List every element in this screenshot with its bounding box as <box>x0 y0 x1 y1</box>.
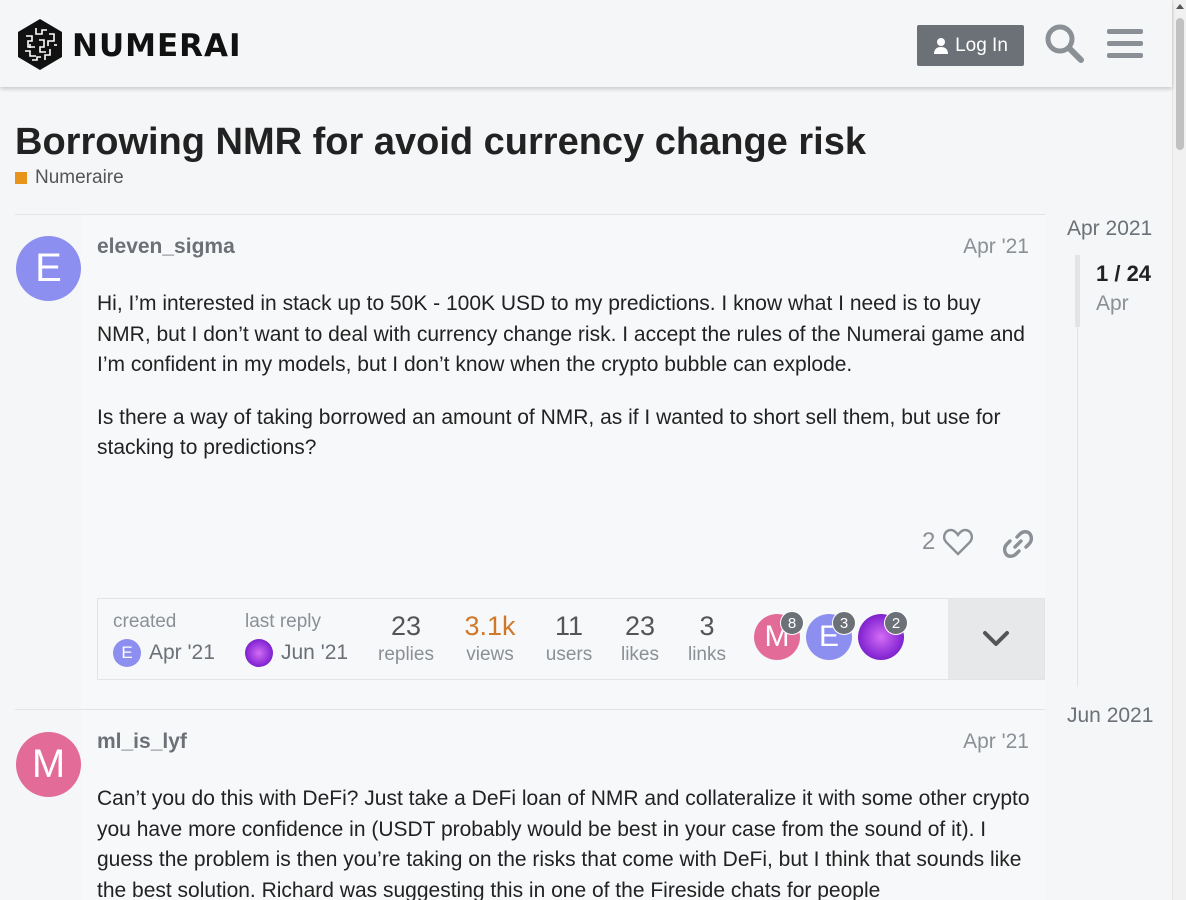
hamburger-menu-button[interactable] <box>1104 22 1146 64</box>
user-icon <box>934 37 949 54</box>
stat-replies: 23 replies <box>377 599 435 666</box>
stat-users: 11 users <box>544 599 594 666</box>
avatar-letter: E <box>35 246 62 290</box>
created-info: created E Apr '21 <box>113 611 215 667</box>
post-count-badge: 3 <box>832 611 856 635</box>
numerai-logo-icon <box>18 19 62 70</box>
post-paragraph: Hi, I’m interested in stack up to 50K - … <box>97 292 1025 376</box>
timeline-current-month: Apr <box>1096 292 1129 315</box>
last-replier-avatar[interactable] <box>245 639 273 667</box>
timeline-end-date[interactable]: Jun 2021 <box>1067 704 1153 728</box>
category-badge[interactable]: Numeraire <box>15 167 124 189</box>
post-count-badge: 2 <box>884 611 908 635</box>
post-paragraph: Is there a way of taking borrowed an amo… <box>97 405 1001 460</box>
post-2-avatar[interactable]: M <box>16 732 81 797</box>
created-date[interactable]: Apr '21 <box>149 641 215 665</box>
stat-label: views <box>466 644 514 665</box>
timeline-post-position: 1 / 24 <box>1096 261 1152 286</box>
stat-label: users <box>545 644 593 665</box>
heart-icon <box>943 528 974 556</box>
post-1-date[interactable]: Apr '21 <box>963 235 1029 259</box>
topic-title[interactable]: Borrowing NMR for avoid currency change … <box>15 121 866 164</box>
hamburger-icon <box>1107 29 1143 58</box>
search-icon <box>1045 24 1084 63</box>
page-scrollbar[interactable] <box>1172 0 1186 900</box>
created-label: created <box>113 611 177 632</box>
post-paragraph: Can’t you do this with DeFi? Just take a… <box>97 787 1030 900</box>
stat-label: links <box>687 644 726 665</box>
link-icon <box>1003 530 1033 558</box>
login-label: Log In <box>955 34 1008 56</box>
site-header: NUMERAI Log In <box>0 0 1172 87</box>
stat-links: 3 links <box>686 599 728 666</box>
topic-map: created E Apr '21 last reply Jun '21 23 … <box>97 598 1045 680</box>
post-2-date[interactable]: Apr '21 <box>963 730 1029 754</box>
category-color-square <box>15 172 27 184</box>
post-1-avatar[interactable]: E <box>16 236 81 301</box>
scrollbar-thumb[interactable] <box>1176 18 1184 150</box>
chevron-down-icon <box>983 631 1009 646</box>
timeline-scroll-handle[interactable] <box>1075 255 1080 327</box>
participant-avatar[interactable]: 2 <box>858 611 908 660</box>
search-button[interactable] <box>1043 22 1085 64</box>
post-count-badge: 8 <box>780 611 804 635</box>
stat-value: 11 <box>554 611 584 641</box>
avatar-letter: M <box>31 742 66 786</box>
post-1-content: Hi, I’m interested in stack up to 50K - … <box>97 289 1037 486</box>
site-logo[interactable]: NUMERAI <box>16 18 242 71</box>
scroll-up-arrow-icon[interactable] <box>1176 4 1184 9</box>
login-button[interactable]: Log In <box>917 25 1024 66</box>
brand-name: NUMERAI <box>72 27 242 64</box>
post-2-content: Can’t you do this with DeFi? Just take a… <box>97 784 1037 900</box>
avatar-letter: E <box>121 643 133 662</box>
stat-label: likes <box>620 644 659 665</box>
stat-views: 3.1k views <box>458 599 522 666</box>
stat-label: replies <box>378 644 434 665</box>
topic-map-expand-button[interactable] <box>948 599 1044 679</box>
stat-value: 3.1k <box>464 611 516 641</box>
category-name: Numeraire <box>35 167 124 188</box>
like-count: 2 <box>922 528 936 555</box>
post-2-username[interactable]: ml_is_lyf <box>97 730 187 754</box>
stat-value: 23 <box>624 611 656 641</box>
stat-value: 23 <box>390 611 422 641</box>
like-button[interactable]: 2 <box>922 528 974 556</box>
creator-avatar[interactable]: E <box>113 639 141 667</box>
last-reply-date[interactable]: Jun '21 <box>281 641 348 665</box>
post-1-username[interactable]: eleven_sigma <box>97 235 235 259</box>
stat-likes: 23 likes <box>619 599 661 666</box>
last-reply-label: last reply <box>245 611 322 632</box>
participant-avatar[interactable]: M 8 <box>754 611 804 660</box>
share-link-button[interactable] <box>1003 528 1033 560</box>
last-reply-info: last reply Jun '21 <box>245 611 348 667</box>
stat-value: 3 <box>699 611 715 641</box>
participant-avatar[interactable]: E 3 <box>806 611 856 660</box>
timeline-start-date[interactable]: Apr 2021 <box>1067 217 1152 241</box>
